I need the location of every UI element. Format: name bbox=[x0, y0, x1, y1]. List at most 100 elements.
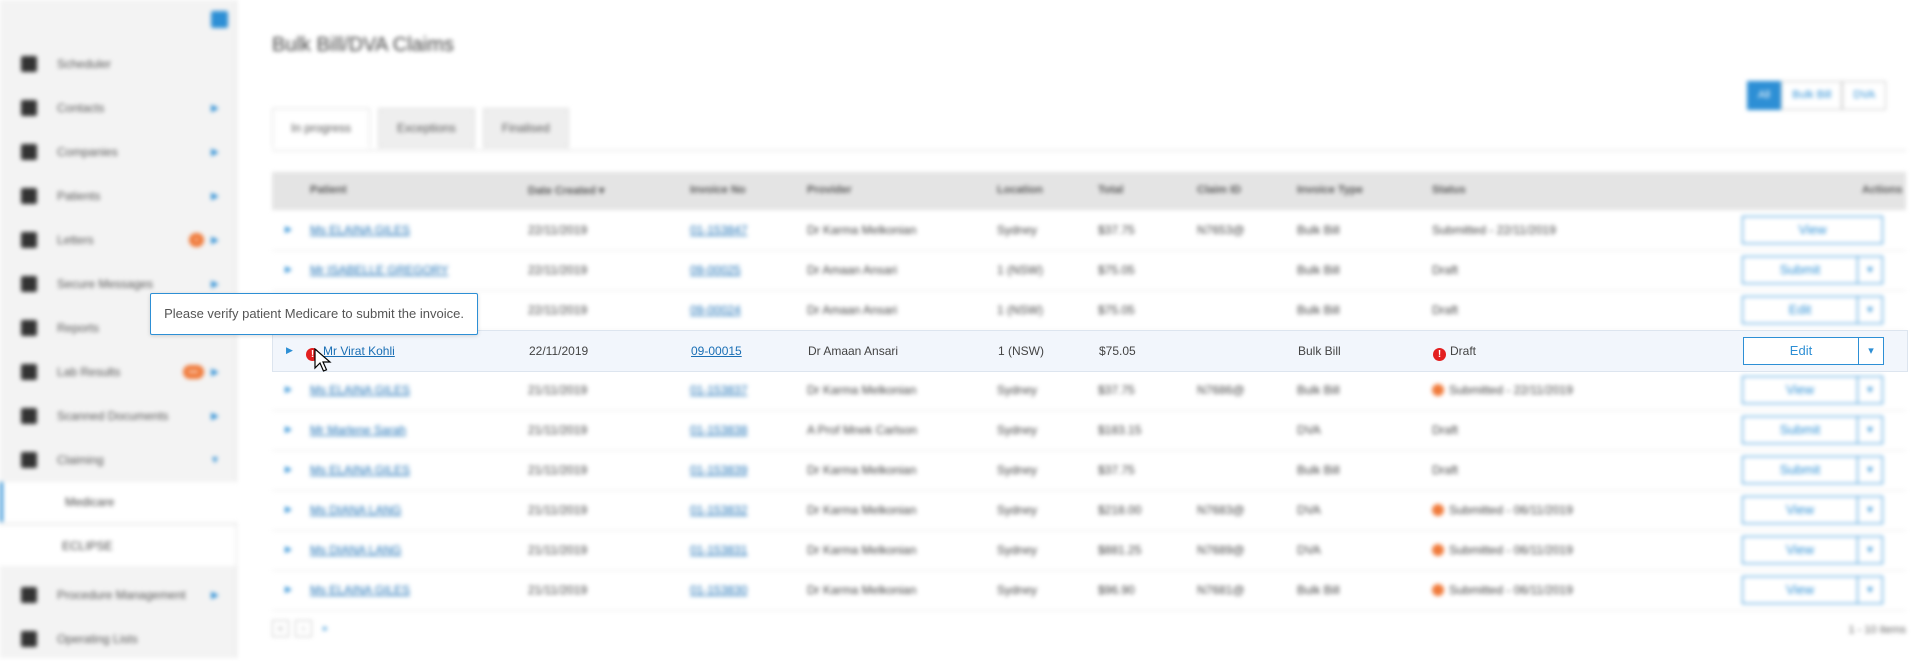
cell-date: 21/11/2019 bbox=[528, 543, 587, 557]
table-row[interactable]: ▶ Mr ISABELLE GREGORY 22/11/2019 09-00025 Dr… bbox=[272, 250, 1906, 291]
view-button[interactable]: View bbox=[1743, 497, 1857, 523]
expand-row-icon[interactable]: ▶ bbox=[286, 345, 293, 356]
chevron-down-icon[interactable]: ▾ bbox=[1857, 297, 1882, 323]
column-header-patient[interactable]: Patient bbox=[310, 184, 347, 196]
expand-row-icon[interactable]: ▶ bbox=[285, 544, 292, 555]
view-button[interactable]: View bbox=[1743, 377, 1857, 403]
filter-all-button[interactable]: All bbox=[1747, 81, 1782, 110]
column-header-date-created[interactable]: Date Created ▾ bbox=[528, 184, 604, 197]
total-text: $96.90 bbox=[1098, 583, 1135, 597]
chevron-down-icon[interactable]: ▾ bbox=[1857, 257, 1882, 283]
column-header-total[interactable]: Total bbox=[1098, 184, 1123, 196]
invoice-text[interactable]: 01-153837 bbox=[690, 383, 747, 397]
view-button[interactable]: View bbox=[1743, 537, 1857, 563]
expand-row-icon[interactable]: ▶ bbox=[285, 224, 292, 235]
filter-bulk-bill-button[interactable]: Bulk Bill bbox=[1781, 81, 1843, 110]
table-row[interactable]: ▶22/11/201909-00024Dr Amaan Ansari1 (NSW… bbox=[272, 290, 1906, 331]
chevron-down-icon[interactable]: ▾ bbox=[1857, 537, 1882, 563]
column-header-status[interactable]: Status bbox=[1432, 184, 1466, 196]
invoice-text[interactable]: 01-153838 bbox=[690, 423, 747, 437]
sidebar-subitem-eclipse[interactable]: ECLIPSE bbox=[0, 526, 236, 566]
patient-text[interactable]: Ms ELAINA GILES bbox=[310, 463, 410, 477]
tab-exceptions[interactable]: Exceptions bbox=[378, 108, 475, 148]
table-row[interactable]: ▶ Mr Marlene Sarah 21/11/2019 01-153838 A Pr… bbox=[272, 410, 1906, 451]
chevron-down-icon[interactable]: ▾ bbox=[1857, 497, 1882, 523]
location-text: Sydney bbox=[997, 223, 1038, 237]
expand-row-icon[interactable]: ▶ bbox=[285, 264, 292, 275]
patient-text[interactable]: Mr Marlene Sarah bbox=[310, 423, 406, 437]
status-text: Submitted - 22/11/2019 bbox=[1432, 223, 1556, 237]
edit-button[interactable]: Edit bbox=[1744, 338, 1858, 364]
sidebar-item-claiming[interactable]: Claiming ▼ bbox=[0, 438, 236, 482]
table-row[interactable]: ▶ Ms ELAINA GILES 21/11/2019 01-153839 Dr Ka… bbox=[272, 450, 1906, 491]
patient-text[interactable]: Ms ELAINA GILES bbox=[310, 223, 410, 237]
table-row[interactable]: ▶ Ms ELAINA GILES 21/11/2019 01-153837 Dr Ka… bbox=[272, 370, 1906, 411]
view-button[interactable]: View bbox=[1743, 217, 1882, 243]
patient-text[interactable]: Mr ISABELLE GREGORY bbox=[310, 263, 449, 277]
patient-text[interactable]: Ms DIANA LANG bbox=[310, 503, 401, 517]
sidebar-item-contacts[interactable]: Contacts ▶ bbox=[0, 86, 236, 130]
table-row[interactable]: ▶ Ms ELAINA GILES 22/11/2019 01-153847 Dr Ka… bbox=[272, 210, 1906, 251]
submit-button[interactable]: Submit bbox=[1743, 417, 1857, 443]
edit-button[interactable]: Edit bbox=[1743, 297, 1857, 323]
location-text: Sydney bbox=[997, 463, 1038, 477]
next-page-icon[interactable]: ▸ bbox=[318, 621, 333, 636]
chevron-down-icon[interactable]: ▾ bbox=[1857, 377, 1882, 403]
sidebar-item-companies[interactable]: Companies ▶ bbox=[0, 130, 236, 174]
expand-row-icon[interactable]: ▶ bbox=[285, 504, 292, 515]
invoice-text[interactable]: 09-00015 bbox=[691, 344, 742, 358]
sidebar-item-scanned-documents[interactable]: Scanned Documents ▶ bbox=[0, 394, 236, 438]
sidebar-item-patients[interactable]: Patients ▶ bbox=[0, 174, 236, 218]
invoice-text[interactable]: 09-00024 bbox=[690, 303, 741, 317]
invoice-text[interactable]: 01-153847 bbox=[690, 223, 747, 237]
table-row[interactable]: ▶! Mr Virat Kohli 22/11/2019 09-00015 Dr Ama… bbox=[272, 330, 1908, 372]
sidebar-subitem-medicare[interactable]: Medicare bbox=[0, 482, 239, 522]
table-row[interactable]: ▶ Ms DIANA LANG 21/11/2019 01-153831 Dr Karm… bbox=[272, 530, 1906, 571]
cell-status: Draft bbox=[1432, 303, 1458, 317]
chevron-down-icon[interactable]: ▾ bbox=[1857, 577, 1882, 603]
table-row[interactable]: ▶ Ms DIANA LANG 21/11/2019 01-153832 Dr Karm… bbox=[272, 490, 1906, 531]
cell-date: 22/11/2019 bbox=[528, 223, 587, 237]
sidebar-item-lab-results[interactable]: Lab Results ••• ▶ bbox=[0, 350, 236, 394]
first-page-button[interactable]: « bbox=[272, 620, 289, 637]
invoice-text[interactable]: 01-153831 bbox=[690, 543, 747, 557]
view-button[interactable]: View bbox=[1743, 577, 1857, 603]
sidebar-item-operating-lists[interactable]: Operating Lists bbox=[0, 617, 236, 661]
cell-type: DVA bbox=[1297, 423, 1321, 437]
patient-text[interactable]: Ms ELAINA GILES bbox=[310, 383, 410, 397]
chevron-down-icon[interactable]: ▾ bbox=[1858, 338, 1883, 364]
expand-row-icon[interactable]: ▶ bbox=[285, 384, 292, 395]
status-text: Submitted - 06/11/2019 bbox=[1449, 503, 1573, 517]
expand-row-icon[interactable]: ▶ bbox=[285, 464, 292, 475]
submit-button[interactable]: Submit bbox=[1743, 257, 1857, 283]
tab-in-progress[interactable]: In progress bbox=[272, 108, 371, 148]
expand-row-icon[interactable]: ▶ bbox=[285, 584, 292, 595]
tab-finalised[interactable]: Finalised bbox=[482, 108, 569, 148]
cell-invoice: 01-153847 bbox=[690, 223, 747, 237]
patient-text[interactable]: Ms DIANA LANG bbox=[310, 543, 401, 557]
sidebar-item-letters[interactable]: Letters • ▶ bbox=[0, 218, 236, 262]
column-header-claim-id[interactable]: Claim ID bbox=[1197, 184, 1241, 196]
expand-row-icon[interactable]: ▶ bbox=[285, 424, 292, 435]
prev-page-button[interactable]: ‹ bbox=[295, 620, 312, 637]
invoice-text[interactable]: 01-153832 bbox=[690, 503, 747, 517]
column-header-invoice-no[interactable]: Invoice No bbox=[690, 184, 746, 196]
sidebar-toggle-button[interactable] bbox=[211, 11, 228, 28]
chevron-down-icon[interactable]: ▾ bbox=[1857, 417, 1882, 443]
chevron-down-icon[interactable]: ▾ bbox=[1857, 457, 1882, 483]
filter-dva-button[interactable]: DVA bbox=[1842, 81, 1887, 110]
invoice-text[interactable]: 01-153830 bbox=[690, 583, 747, 597]
table-row[interactable]: ▶ Ms ELAINA GILES 21/11/2019 01-153830 Dr Ka… bbox=[272, 570, 1906, 611]
patient-text[interactable]: Ms ELAINA GILES bbox=[310, 583, 410, 597]
cell-invoice: 09-00024 bbox=[690, 303, 741, 317]
submit-button[interactable]: Submit bbox=[1743, 457, 1857, 483]
cell-type: Bulk Bill bbox=[1297, 223, 1340, 237]
column-header-provider[interactable]: Provider bbox=[807, 184, 852, 196]
invoice-text[interactable]: 09-00025 bbox=[690, 263, 741, 277]
chevron-right-icon: ▶ bbox=[211, 234, 219, 246]
sidebar-item-scheduler[interactable]: Scheduler bbox=[0, 42, 236, 86]
column-header-invoice-type[interactable]: Invoice Type bbox=[1297, 184, 1363, 196]
column-header-location[interactable]: Location bbox=[997, 184, 1043, 196]
sidebar-item-procedure-management[interactable]: Procedure Management ▶ bbox=[0, 573, 236, 617]
invoice-text[interactable]: 01-153839 bbox=[690, 463, 747, 477]
